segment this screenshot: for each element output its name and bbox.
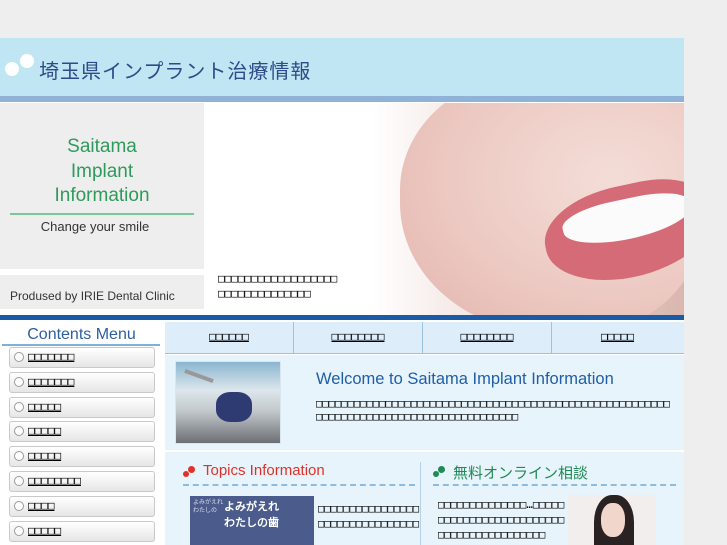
book-small-text: よみがえれ わたしの <box>193 499 224 514</box>
contents-menu-title: Contents Menu <box>27 326 136 343</box>
nav-tab-link[interactable]: □□□□□□ <box>165 330 293 343</box>
consult-dots-icon <box>433 466 447 478</box>
page: 埼玉県インプラント治療情報 Saitama Implant Informatio… <box>0 38 684 545</box>
topics-title: Topics Information <box>203 462 325 479</box>
produced-by-text: Prodused by IRIE Dental Clinic <box>10 289 175 303</box>
welcome-body: □□□□□□□□□□□□□□□□□□□□□□□□□□□□□□□□□□□□□□□□… <box>316 398 671 423</box>
sidebar-item[interactable]: □□□□□ <box>9 446 155 468</box>
nav-tab[interactable]: □□□□□ <box>552 322 683 353</box>
header-stripe <box>0 96 684 102</box>
circle-bullet-icon <box>14 500 24 511</box>
caption-line: □□□□□□□□□□□□□□ <box>218 287 311 300</box>
sidebar-item-link[interactable]: □□□□□ <box>28 424 61 437</box>
welcome-section: Welcome to Saitama Implant Information □… <box>165 355 684 450</box>
circle-bullet-icon <box>14 352 24 362</box>
sidebar-item-link[interactable]: □□□□□□□□ <box>28 474 81 487</box>
circle-bullet-icon <box>14 475 24 486</box>
welcome-heading: Welcome to Saitama Implant Information <box>316 370 614 388</box>
sidebar-item-link[interactable]: □□□□□ <box>28 524 61 537</box>
topics-divider <box>183 484 415 486</box>
sidebar-item-link[interactable]: □□□□ <box>28 499 55 512</box>
topics-book-image[interactable]: よみがえれ わたしの よみがえれ わたしの歯 <box>190 496 314 545</box>
circle-bullet-icon <box>14 376 24 387</box>
consult-text: □□□□□□□□□□□□□□…□□□□□□□□□□□□□□□□□□□□□□□□□… <box>438 499 565 541</box>
brand-line: Implant <box>70 160 134 182</box>
circle-bullet-icon <box>14 451 24 462</box>
sidebar-menu: □□□□□□□ □□□□□□□ □□□□□ □□□□□ □□□□□ □□□□□□… <box>9 347 155 545</box>
brand-panel: Saitama Implant Information Change your … <box>0 103 204 269</box>
circle-bullet-icon <box>14 401 24 412</box>
nav-tab[interactable]: □□□□□□□□ <box>423 322 552 353</box>
lower-section: Topics Information 無料オンライン相談 よみがえれ わたしの よ… <box>165 452 684 545</box>
tagline: Change your smile <box>40 219 150 234</box>
sidebar-item-link[interactable]: □□□□□ <box>28 449 61 462</box>
main-content: □□□□□□ □□□□□□□□ □□□□□□□□ □□□□□ Welcome t… <box>165 322 684 545</box>
nav-tab[interactable]: □□□□□□ <box>165 322 294 353</box>
topics-text-line: □□□□□□□□□□□□□□□□ <box>318 518 420 530</box>
sidebar-item[interactable]: □□□□□□□□ <box>9 470 155 492</box>
smile-photo: □□□□□□□□□□□□□□□□□□ □□□□□□□□□□□□□□ <box>204 103 684 315</box>
book-title-line: よみがえれ <box>224 500 279 513</box>
produced-by-panel: Prodused by IRIE Dental Clinic <box>0 275 204 309</box>
sidebar-item[interactable]: □□□□ <box>9 495 155 517</box>
hero-caption: □□□□□□□□□□□□□□□□□□ □□□□□□□□□□□□□□ <box>218 271 337 301</box>
sidebar-item[interactable]: □□□□□ <box>9 396 155 418</box>
site-header: 埼玉県インプラント治療情報 <box>0 38 684 96</box>
column-separator <box>420 462 421 545</box>
nav-tab[interactable]: □□□□□□□□ <box>294 322 423 353</box>
top-nav: □□□□□□ □□□□□□□□ □□□□□□□□ □□□□□ <box>165 322 684 354</box>
consult-title: 無料オンライン相談 <box>453 465 589 482</box>
circle-bullet-icon <box>14 426 24 437</box>
sidebar: Contents Menu □□□□□□□ □□□□□□□ □□□□□ □□□□… <box>0 322 163 545</box>
consult-photo[interactable] <box>568 495 656 545</box>
nav-tab-link[interactable]: □□□□□□□□ <box>423 330 551 343</box>
topics-text: □□□□□□□□□□□□□□□□ □□□□□□□□□□□□□□□□ <box>318 502 419 532</box>
site-title: 埼玉県インプラント治療情報 <box>39 59 312 83</box>
blue-divider <box>0 315 684 320</box>
header-dots-icon <box>5 54 35 78</box>
sidebar-item-link[interactable]: □□□□□□□ <box>28 375 74 388</box>
sidebar-item[interactable]: □□□□□□□ <box>9 371 155 393</box>
circle-bullet-icon <box>14 525 24 536</box>
topics-dots-icon <box>183 466 197 478</box>
sidebar-item[interactable]: □□□□□ <box>9 520 155 542</box>
sidebar-item-link[interactable]: □□□□□ <box>28 400 61 413</box>
nav-tab-link[interactable]: □□□□□□□□ <box>294 330 422 343</box>
topics-text-line: □□□□□□□□□□□□□□□□ <box>318 503 420 515</box>
nav-tab-link[interactable]: □□□□□ <box>552 330 683 343</box>
sidebar-item[interactable]: □□□□□□□ <box>9 347 155 368</box>
brand-name: Saitama Implant Information <box>0 135 204 209</box>
sidebar-item[interactable]: □□□□□ <box>9 421 155 443</box>
brand-divider <box>10 213 194 215</box>
hero-banner: Saitama Implant Information Change your … <box>0 103 684 315</box>
clinic-photo <box>175 361 281 444</box>
sidebar-item-link[interactable]: □□□□□□□ <box>28 350 74 363</box>
menu-title-underline <box>2 344 160 346</box>
consult-divider <box>433 484 676 486</box>
brand-line: Saitama <box>67 136 137 157</box>
caption-line: □□□□□□□□□□□□□□□□□□ <box>218 272 338 285</box>
book-title-line: わたしの歯 <box>224 516 279 529</box>
brand-line: Information <box>54 185 150 206</box>
